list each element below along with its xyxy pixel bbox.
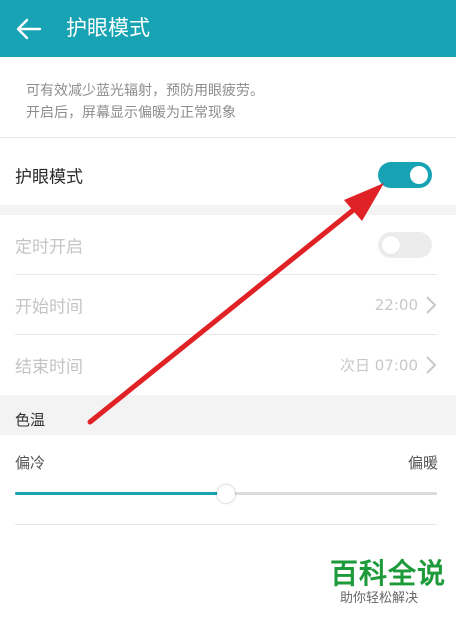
section-gap [0,205,456,215]
start-time-row[interactable]: 开始时间 22:00 [0,275,456,335]
description-block: 可有效减少蓝光辐射，预防用眼疲劳。 开启后，屏幕显示偏暖为正常现象 [0,57,456,137]
chevron-right-icon [426,296,437,314]
watermark-sub: 助你轻松解决 [340,591,419,606]
eye-mode-label: 护眼模式 [15,167,83,188]
start-time-label: 开始时间 [15,297,83,318]
cold-label: 偏冷 [15,454,46,472]
eye-mode-row: 护眼模式 [0,145,456,205]
toggle-knob [410,166,428,184]
divider [15,524,437,525]
description-line-1: 可有效减少蓝光辐射，预防用眼疲劳。 [26,83,264,99]
schedule-label: 定时开启 [15,237,83,258]
schedule-row: 定时开启 [0,215,456,275]
start-time-value: 22:00 [374,296,418,314]
eye-mode-toggle[interactable] [378,162,432,188]
page-title: 护眼模式 [66,16,150,40]
watermark-main: 百科全说 [330,557,447,590]
app-header: 护眼模式 [0,0,456,57]
end-time-label: 结束时间 [15,357,83,378]
color-temp-labels: 偏冷 偏暖 [0,452,456,474]
warm-label: 偏暖 [407,454,438,472]
end-time-row[interactable]: 结束时间 次日 07:00 [0,335,456,395]
slider-fill [15,492,226,495]
schedule-toggle[interactable] [378,232,432,258]
toggle-knob [382,236,400,254]
color-temp-slider[interactable] [15,485,437,503]
watermark-logo: 百科全说 助你轻松解决 [318,550,450,610]
color-temp-header-band [0,395,456,435]
back-arrow-icon [16,18,42,40]
slider-thumb[interactable] [217,485,235,503]
description-line-2: 开启后，屏幕显示偏暖为正常现象 [26,105,236,121]
end-time-value: 次日 07:00 [340,356,418,375]
color-temp-title: 色温 [15,411,46,429]
chevron-right-icon [426,356,437,374]
back-button[interactable] [12,12,46,46]
divider [0,137,456,138]
